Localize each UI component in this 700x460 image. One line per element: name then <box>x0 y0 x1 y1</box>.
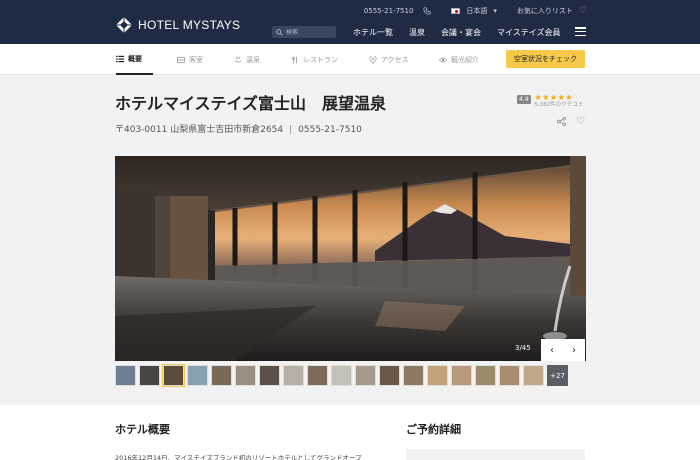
photo-thumbnail[interactable] <box>259 365 280 386</box>
tab-restaurant[interactable]: レストラン <box>291 44 338 75</box>
favorites-link[interactable]: お気に入りリスト <box>517 6 573 16</box>
nav-meetings-banquets[interactable]: 会議・宴会 <box>441 27 481 38</box>
photo-thumbnail[interactable] <box>427 365 448 386</box>
search-icon <box>276 28 283 36</box>
photo-thumbnail-strip: +27 <box>115 364 568 387</box>
logo-icon <box>116 17 132 33</box>
photo-thumbnail[interactable] <box>235 365 256 386</box>
booking-heading: ご予約詳細 <box>406 423 461 436</box>
photo-thumbnail[interactable] <box>499 365 520 386</box>
list-icon <box>116 55 124 62</box>
photo-thumbnail[interactable] <box>162 364 185 387</box>
photo-thumbnail[interactable] <box>283 365 304 386</box>
photo-thumbnail[interactable] <box>355 365 376 386</box>
logo-text: HOTEL MYSTAYS <box>138 18 241 32</box>
tab-access[interactable]: アクセス <box>369 44 409 75</box>
hotel-subnav: 概要 客室 温泉 レストラン アクセス 観光紹介 <box>0 44 700 75</box>
restaurant-icon <box>291 56 297 63</box>
japan-flag-icon <box>451 8 461 14</box>
favorite-heart-icon[interactable]: ♡ <box>576 116 585 127</box>
next-photo-button[interactable]: › <box>563 339 585 361</box>
photo-thumbnail[interactable] <box>115 365 136 386</box>
tab-label: 観光紹介 <box>451 55 479 64</box>
photo-counter: 3/45 <box>515 344 531 352</box>
search-input[interactable] <box>286 28 334 36</box>
tab-label: 温泉 <box>246 55 260 64</box>
header-phone[interactable]: 0555-21-7510 <box>364 7 414 15</box>
eye-icon <box>439 57 447 62</box>
logo[interactable]: HOTEL MYSTAYS <box>116 17 240 33</box>
phone-icon[interactable] <box>423 7 431 15</box>
photo-thumbnail[interactable] <box>523 365 544 386</box>
language-selector[interactable]: 日本語 <box>466 6 487 16</box>
postal-address: 〒403-0011 山梨県富士吉田市新倉2654 <box>115 125 284 135</box>
map-pin-icon <box>369 55 377 64</box>
hotel-phone[interactable]: 0555-21-7510 <box>298 125 362 135</box>
photo-thumbnail[interactable] <box>331 365 352 386</box>
overview-text: 2016年12月14日、マイステイズブランド初のリゾートホテルとしてグランドオー… <box>115 454 362 460</box>
search-box[interactable] <box>272 26 336 38</box>
nav-hotel-list[interactable]: ホテル一覧 <box>353 27 393 38</box>
chevron-down-icon: ▾ <box>493 7 497 15</box>
booking-panel <box>406 449 585 460</box>
hotel-main-photo[interactable] <box>115 156 586 361</box>
check-availability-button[interactable]: 空室状況をチェック <box>506 50 585 68</box>
onsen-photo-illustration <box>115 156 586 361</box>
nav-members[interactable]: マイステイズ会員 <box>497 27 561 38</box>
photo-thumbnail[interactable] <box>139 365 160 386</box>
chevron-left-icon: ‹ <box>550 344 554 356</box>
photo-thumbnail[interactable] <box>307 365 328 386</box>
divider: | <box>289 125 293 135</box>
tab-label: レストラン <box>303 55 338 64</box>
heart-icon[interactable]: ♡ <box>579 6 587 16</box>
tab-label: 客室 <box>189 55 203 64</box>
tab-label: アクセス <box>381 55 409 64</box>
overview-heading: ホテル概要 <box>115 423 170 436</box>
hot-spring-icon <box>234 56 242 62</box>
tab-sightseeing[interactable]: 観光紹介 <box>439 44 479 75</box>
photo-thumbnail[interactable] <box>475 365 496 386</box>
photo-thumbnail[interactable] <box>379 365 400 386</box>
tab-overview[interactable]: 概要 <box>116 44 153 75</box>
menu-icon[interactable] <box>575 27 586 36</box>
nav-onsen[interactable]: 温泉 <box>409 27 425 38</box>
share-icon[interactable] <box>557 117 566 126</box>
photo-thumbnail[interactable] <box>451 365 472 386</box>
tab-onsen[interactable]: 温泉 <box>234 44 260 75</box>
prev-photo-button[interactable]: ‹ <box>541 339 563 361</box>
more-photos-button[interactable]: +27 <box>547 365 568 386</box>
review-count: 5,382件のクチコミ <box>534 102 584 108</box>
photo-thumbnail[interactable] <box>187 365 208 386</box>
tab-rooms[interactable]: 客室 <box>177 44 203 75</box>
photo-thumbnail[interactable] <box>403 365 424 386</box>
main-nav: ホテル一覧 温泉 会議・宴会 マイステイズ会員 <box>353 27 561 38</box>
chevron-right-icon: › <box>572 344 576 356</box>
rating-summary[interactable]: 4.4 ★★★★★ 5,382件のクチコミ <box>517 93 583 109</box>
photo-thumbnail[interactable] <box>211 365 232 386</box>
bed-icon <box>177 56 185 63</box>
rating-stars: ★★★★★ <box>534 93 573 102</box>
utility-row: 0555-21-7510 日本語 ▾ お気に入りリスト ♡ <box>364 6 587 16</box>
hotel-address-line: 〒403-0011 山梨県富士吉田市新倉2654 | 0555-21-7510 <box>115 122 362 135</box>
page-title: ホテルマイステイズ富士山 展望温泉 <box>115 94 387 113</box>
rating-score-badge: 4.4 <box>517 95 531 104</box>
top-header: HOTEL MYSTAYS 0555-21-7510 日本語 ▾ お気に入りリス… <box>0 0 700 44</box>
tab-label: 概要 <box>128 54 142 63</box>
